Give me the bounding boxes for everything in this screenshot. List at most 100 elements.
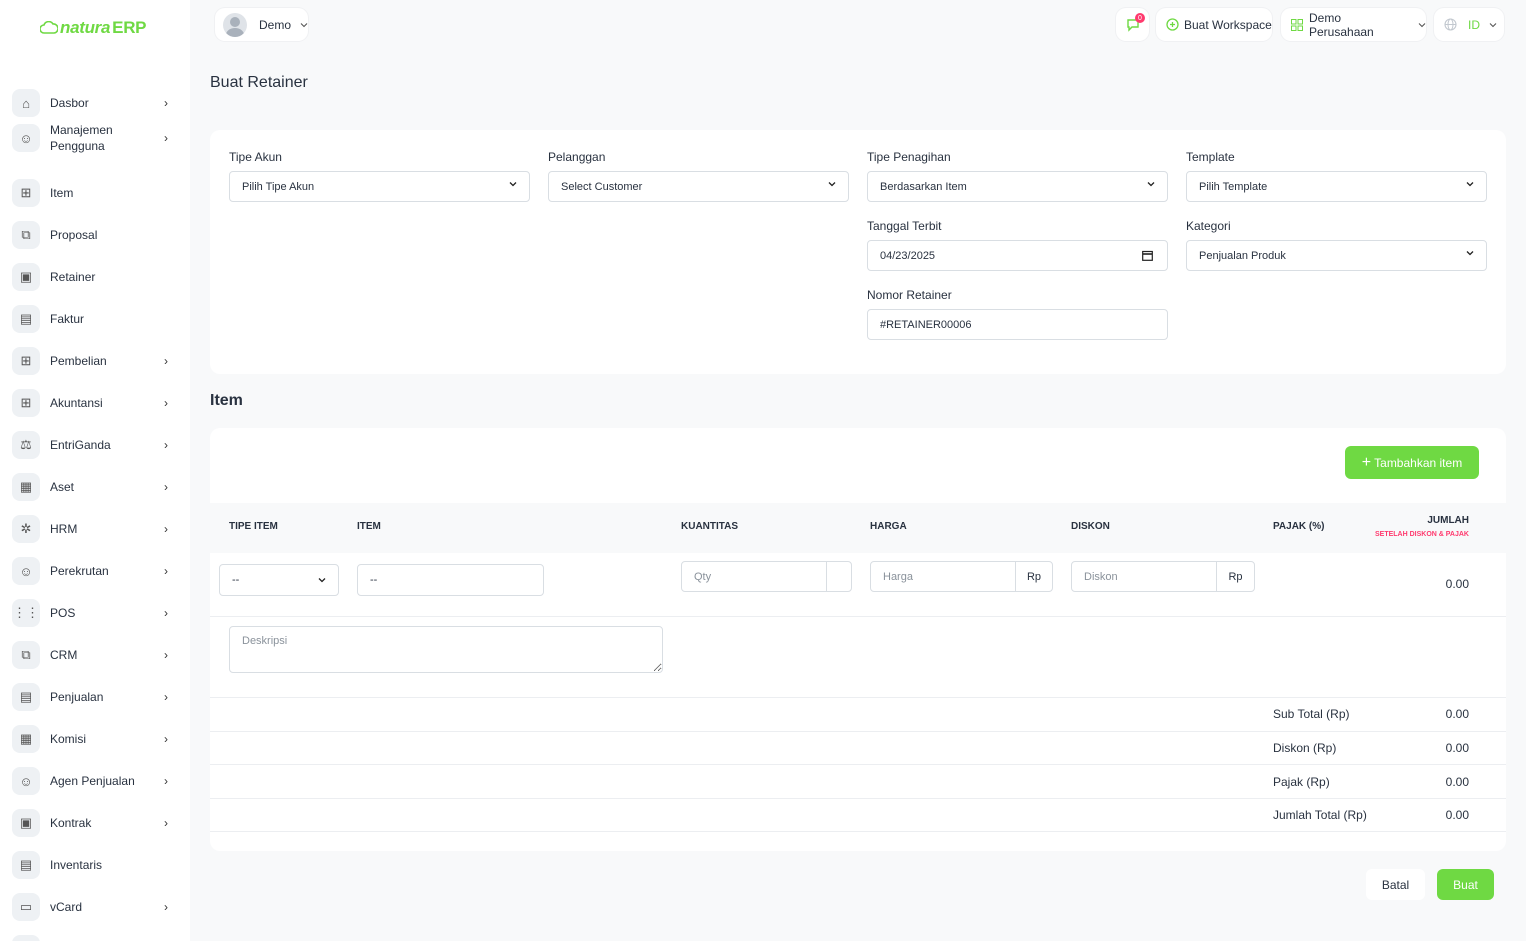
divider xyxy=(210,616,1506,617)
discount-input[interactable]: Diskon xyxy=(1071,561,1217,592)
chevron-right-icon: › xyxy=(164,732,168,746)
quantity-input[interactable]: Qty xyxy=(681,561,827,592)
customer-select[interactable]: Select Customer xyxy=(548,171,849,202)
create-workspace-button[interactable]: Buat Workspace xyxy=(1156,8,1272,41)
sidebar-item-label: Proposal xyxy=(50,228,98,242)
price-currency-addon: Rp xyxy=(1015,561,1053,592)
sidebar-item-manajemen-pengguna[interactable]: ☺ Manajemen Pengguna › xyxy=(12,122,182,154)
sidebar-item-retainer[interactable]: ▣ Retainer xyxy=(12,263,182,291)
retainer-number-input[interactable]: #RETAINER00006 xyxy=(867,309,1168,340)
account-type-label: Tipe Akun xyxy=(229,150,282,164)
sidebar-item-label: POS xyxy=(50,606,76,620)
account-type-select[interactable]: Pilih Tipe Akun xyxy=(229,171,530,202)
chevron-right-icon: › xyxy=(164,522,168,536)
issue-date-value: 04/23/2025 xyxy=(880,249,936,262)
sidebar-item-woocommerce[interactable]: ⊞WooCommerce› xyxy=(12,935,182,941)
sidebar-item-label: Inventaris xyxy=(50,858,103,872)
chevron-down-icon xyxy=(828,182,836,187)
sidebar-item-dasbor[interactable]: ⌂ Dasbor › xyxy=(12,89,182,117)
home-icon: ⌂ xyxy=(12,89,40,117)
cancel-button[interactable]: Batal xyxy=(1366,869,1425,900)
sidebar-item-vcard[interactable]: ▭ vCard › xyxy=(12,893,182,921)
issue-date-label: Tanggal Terbit xyxy=(867,219,942,233)
sidebar-item-hrm[interactable]: ✲ HRM › xyxy=(12,515,182,543)
language-switcher[interactable]: ID xyxy=(1434,8,1504,41)
sidebar-item-label: Aset xyxy=(50,480,75,494)
calendar-icon xyxy=(1142,250,1153,261)
sidebar-item-faktur[interactable]: ▤ Faktur xyxy=(12,305,182,333)
tax-total-label: Pajak (Rp) xyxy=(1273,775,1330,789)
billing-type-select[interactable]: Berdasarkan Item xyxy=(867,171,1168,202)
chevron-right-icon: › xyxy=(164,396,168,410)
sidebar-item-akuntansi[interactable]: ⊞ Akuntansi › xyxy=(12,389,182,417)
grid-icon: ⊞ xyxy=(12,389,40,417)
chevron-right-icon: › xyxy=(164,131,168,145)
avatar xyxy=(223,12,247,37)
sidebar-item-aset[interactable]: ▦ Aset › xyxy=(12,473,182,501)
chevron-down-icon xyxy=(300,22,308,27)
notification-badge: 0 xyxy=(1135,13,1145,23)
template-label: Template xyxy=(1186,150,1235,164)
cart-icon: ⊞ xyxy=(12,935,40,941)
user-plus-icon: ☺ xyxy=(12,557,40,585)
plus-icon: + xyxy=(1361,453,1372,471)
globe-icon xyxy=(1444,18,1457,31)
issue-date-input[interactable]: 04/23/2025 xyxy=(867,240,1168,271)
dots-grid-icon: ⋮⋮ xyxy=(12,599,40,627)
chevron-down-icon xyxy=(1147,182,1155,187)
sidebar-item-crm[interactable]: ⧉ CRM › xyxy=(12,641,182,669)
sidebar-item-proposal[interactable]: ⧉ Proposal xyxy=(12,221,182,249)
sidebar-item-item[interactable]: ⊞ Item xyxy=(12,179,182,207)
document-icon: ▤ xyxy=(12,683,40,711)
col-quantity: KUANTITAS xyxy=(681,521,739,532)
col-discount: DISKON xyxy=(1071,521,1110,532)
sidebar-item-perekrutan[interactable]: ☺ Perekrutan › xyxy=(12,557,182,585)
company-name: Demo Perusahaan xyxy=(1309,10,1374,39)
chevron-right-icon: › xyxy=(164,900,168,914)
sidebar-item-label: Agen Penjualan xyxy=(50,774,135,788)
sidebar-item-inventaris[interactable]: ▤ Inventaris xyxy=(12,851,182,879)
add-item-button[interactable]: + Tambahkan item xyxy=(1345,446,1479,479)
scale-icon: ⚖ xyxy=(12,431,40,459)
sidebar-item-pembelian[interactable]: ⊞ Pembelian › xyxy=(12,347,182,375)
sidebar-item-agen-penjualan[interactable]: ☺ Agen Penjualan › xyxy=(12,767,182,795)
item-input[interactable]: -- xyxy=(357,564,544,596)
category-label: Kategori xyxy=(1186,219,1231,233)
contract-icon: ▣ xyxy=(12,809,40,837)
user-menu[interactable]: Demo xyxy=(215,8,308,41)
sidebar-item-pos[interactable]: ⋮⋮ POS › xyxy=(12,599,182,627)
sidebar-item-penjualan[interactable]: ▤ Penjualan › xyxy=(12,683,182,711)
sidebar-item-komisi[interactable]: ▦ Komisi › xyxy=(12,725,182,753)
account-type-value: Pilih Tipe Akun xyxy=(242,180,315,193)
card-icon: ▭ xyxy=(12,893,40,921)
billing-type-label: Tipe Penagihan xyxy=(867,150,951,164)
grand-total-value: 0.00 xyxy=(1445,808,1469,822)
user-check-icon: ☺ xyxy=(12,767,40,795)
users-icon: ☺ xyxy=(12,124,40,152)
company-switcher[interactable]: Demo Perusahaan xyxy=(1281,8,1426,41)
sidebar: natura ERP ⌂ Dasbor › ☺ Manajemen Pengguna › ⊞ I… xyxy=(0,0,190,941)
item-type-value: -- xyxy=(232,574,240,586)
item-type-select[interactable]: -- xyxy=(219,564,339,596)
price-input[interactable]: Harga xyxy=(870,561,1016,592)
category-select[interactable]: Penjualan Produk xyxy=(1186,240,1487,271)
price-placeholder: Harga xyxy=(883,570,913,583)
sidebar-item-kontrak[interactable]: ▣ Kontrak › xyxy=(12,809,182,837)
create-button[interactable]: Buat xyxy=(1437,869,1494,900)
description-textarea[interactable] xyxy=(229,626,663,673)
hrm-icon: ✲ xyxy=(12,515,40,543)
invoice-icon: ▤ xyxy=(12,305,40,333)
brand-logo[interactable]: natura ERP xyxy=(40,18,147,38)
messages-button[interactable]: 0 xyxy=(1116,8,1149,41)
subtotal-value: 0.00 xyxy=(1445,707,1469,721)
template-select[interactable]: Pilih Template xyxy=(1186,171,1487,202)
sidebar-item-label: Retainer xyxy=(50,270,96,284)
sidebar-item-entriganda[interactable]: ⚖ EntriGanda › xyxy=(12,431,182,459)
divider xyxy=(210,697,1506,698)
sidebar-item-label: Item xyxy=(50,186,74,200)
billing-type-value: Berdasarkan Item xyxy=(880,180,967,193)
plus-circle-icon xyxy=(1166,18,1179,31)
quantity-placeholder: Qty xyxy=(694,570,712,583)
divider xyxy=(210,831,1506,832)
sidebar-item-label: HRM xyxy=(50,522,78,536)
